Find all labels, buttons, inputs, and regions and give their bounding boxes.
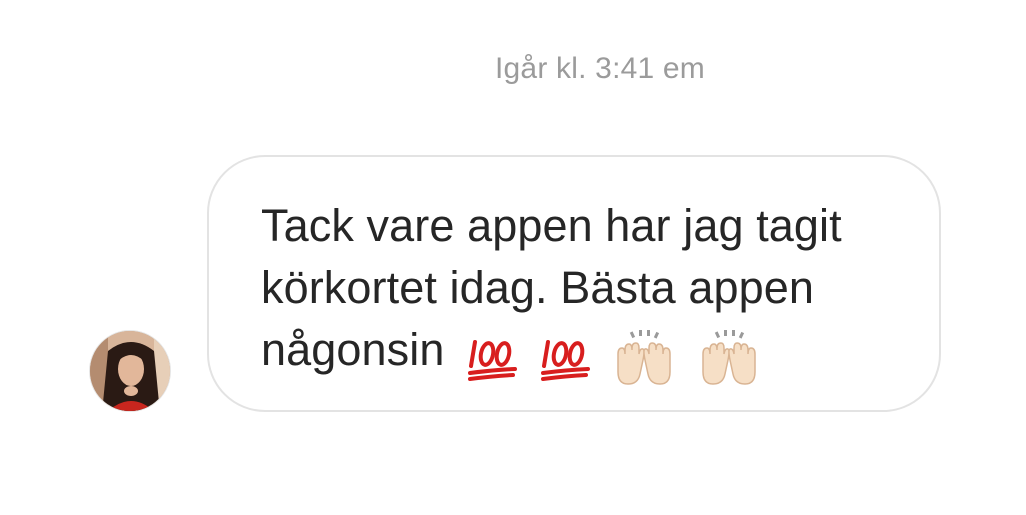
message-line-1: Tack vare appen har jag tagit <box>261 200 842 251</box>
raising-hands-icon <box>617 330 672 385</box>
message-bubble[interactable]: Tack vare appen har jag tagit körkortet … <box>207 155 941 412</box>
message-line-2: körkortet idag. Bästa appen <box>261 262 815 313</box>
hundred-points-icon <box>468 340 518 382</box>
raising-hands-icon <box>702 330 756 385</box>
message-timestamp: Igår kl. 3:41 em <box>495 52 705 85</box>
hundred-points-icon <box>540 340 590 382</box>
sender-avatar[interactable] <box>89 330 171 412</box>
avatar-photo-icon <box>90 331 170 411</box>
emoji-group <box>467 325 769 388</box>
message-text: Tack vare appen har jag tagit körkortet … <box>261 195 921 388</box>
message-line-3: någonsin <box>261 324 445 375</box>
